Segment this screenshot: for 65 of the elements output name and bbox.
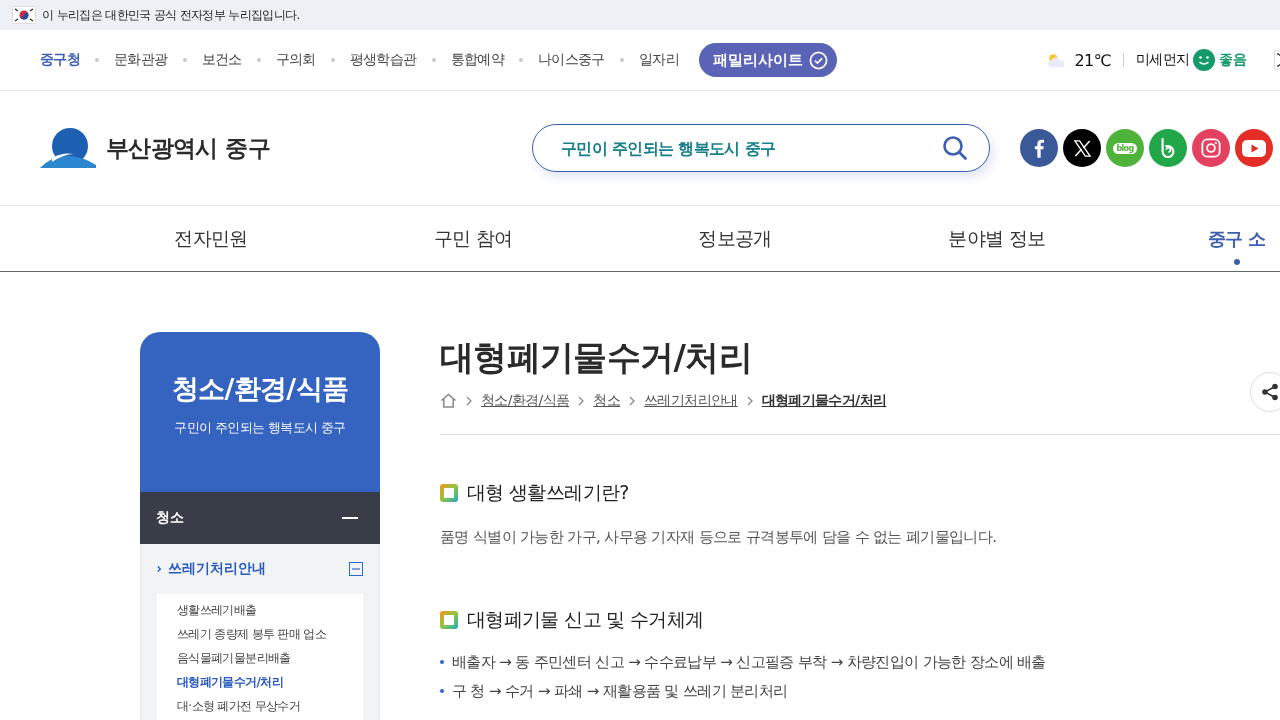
nav-tab[interactable]: 분야별 정보 — [866, 225, 1128, 252]
square-bullet-icon — [440, 610, 458, 629]
share-button[interactable] — [1250, 372, 1280, 412]
minus-icon — [342, 517, 358, 519]
smile-icon — [1193, 49, 1216, 71]
square-bullet-icon — [440, 483, 458, 502]
dust-status: 좋음 — [1219, 51, 1246, 69]
camera-icon — [1201, 138, 1221, 158]
share-icon — [1261, 383, 1279, 401]
site-link[interactable]: 통합예약 — [450, 51, 504, 69]
chevron-icon — [157, 565, 162, 573]
social-link[interactable] — [1063, 129, 1101, 167]
chevron-icon — [466, 395, 472, 406]
site-link[interactable]: 구의회 — [275, 51, 316, 69]
sidebar-section[interactable]: 청소 — [140, 492, 380, 544]
submenu-item[interactable]: 대형폐기물수거/처리 — [177, 674, 363, 691]
logo-text[interactable]: 부산광역시 중구 — [106, 132, 270, 164]
flag-icon — [12, 6, 36, 24]
submenu-item[interactable]: 쓰레기 종량제 봉투 판매 업소 — [177, 626, 363, 643]
minus-box-icon — [349, 562, 363, 576]
site-link[interactable]: 나이스중구 — [538, 51, 605, 69]
nav-tab[interactable]: 구민 참여 — [342, 225, 604, 252]
list-item: 구 청 → 수거 → 파쇄 → 재활용품 및 쓰레기 분리처리 — [452, 681, 788, 701]
family-site-button[interactable]: 패밀리사이트 — [698, 43, 837, 77]
social-link[interactable] — [1020, 129, 1058, 167]
sidebar-title: 청소/환경/식품 — [171, 372, 349, 406]
x-logo-icon — [1072, 138, 1092, 158]
page-title: 대형폐기물수거/처리 — [440, 336, 754, 378]
breadcrumb-link[interactable]: 쓰레기처리안내 — [644, 391, 738, 410]
submenu-item[interactable]: 대·소형 폐가전 무상수거 — [177, 698, 363, 715]
chevron-icon — [629, 395, 636, 406]
chevron-icon — [578, 395, 585, 406]
site-link[interactable]: 보건소 — [201, 51, 242, 69]
logo-icon — [40, 128, 96, 168]
search-icon[interactable] — [942, 135, 968, 161]
check-circle-icon — [808, 50, 828, 70]
breadcrumb-link[interactable]: 대형폐기물수거/처리 — [761, 391, 887, 410]
site-link[interactable]: 중구청 — [40, 51, 81, 69]
nav-tab[interactable]: 중구 소 — [1208, 212, 1266, 265]
submenu-item[interactable]: 음식물폐기물분리배출 — [177, 650, 363, 667]
submenu-item[interactable]: 생활쓰레기배출 — [177, 602, 363, 619]
home-icon[interactable] — [440, 393, 457, 409]
sidebar-subtitle: 구민이 주인되는 행복도시 중구 — [174, 419, 346, 437]
dust-label: 미세먼지 — [1135, 51, 1190, 69]
blog-bubble-icon: blog — [1113, 142, 1137, 154]
breadcrumb-link[interactable]: 청소 — [593, 391, 621, 410]
list-item: 배출자 → 동 주민센터 신고 → 수수료납부 → 신고필증 부착 → 차량진입이 가능한 장소에 배출 — [452, 652, 1046, 672]
band-logo-icon — [1159, 137, 1177, 159]
nav-tab[interactable]: 정보공개 — [604, 225, 866, 252]
sun-cloud-icon — [1045, 51, 1068, 69]
chevron-icon — [746, 395, 753, 406]
breadcrumb-link[interactable]: 청소/환경/식품 — [481, 391, 570, 410]
site-link[interactable]: 문화관광 — [114, 51, 168, 69]
temperature: 21℃ — [1074, 50, 1111, 70]
heading-text: 대형 생활쓰레기란? — [467, 479, 629, 505]
banner-text: 이 누리집은 대한민국 공식 전자정부 누리집입니다. — [42, 6, 300, 24]
play-icon — [1242, 139, 1266, 157]
f-logo-icon — [1034, 138, 1044, 158]
site-link[interactable]: 평생학습관 — [349, 51, 417, 69]
nav-tab[interactable]: 전자민원 — [80, 225, 342, 252]
paragraph: 품명 식별이 가능한 가구, 사무용 기자재 등으로 규격봉투에 담을 수 없는 폐기물입니다. — [440, 527, 998, 547]
sidebar-group[interactable]: 쓰레기처리안내 — [157, 544, 363, 594]
site-link[interactable]: 일자리 — [638, 51, 679, 69]
search-field[interactable]: 구민이 주인되는 행복도시 중구 — [532, 124, 990, 172]
heading-text: 대형폐기물 신고 및 수거체계 — [467, 606, 704, 632]
